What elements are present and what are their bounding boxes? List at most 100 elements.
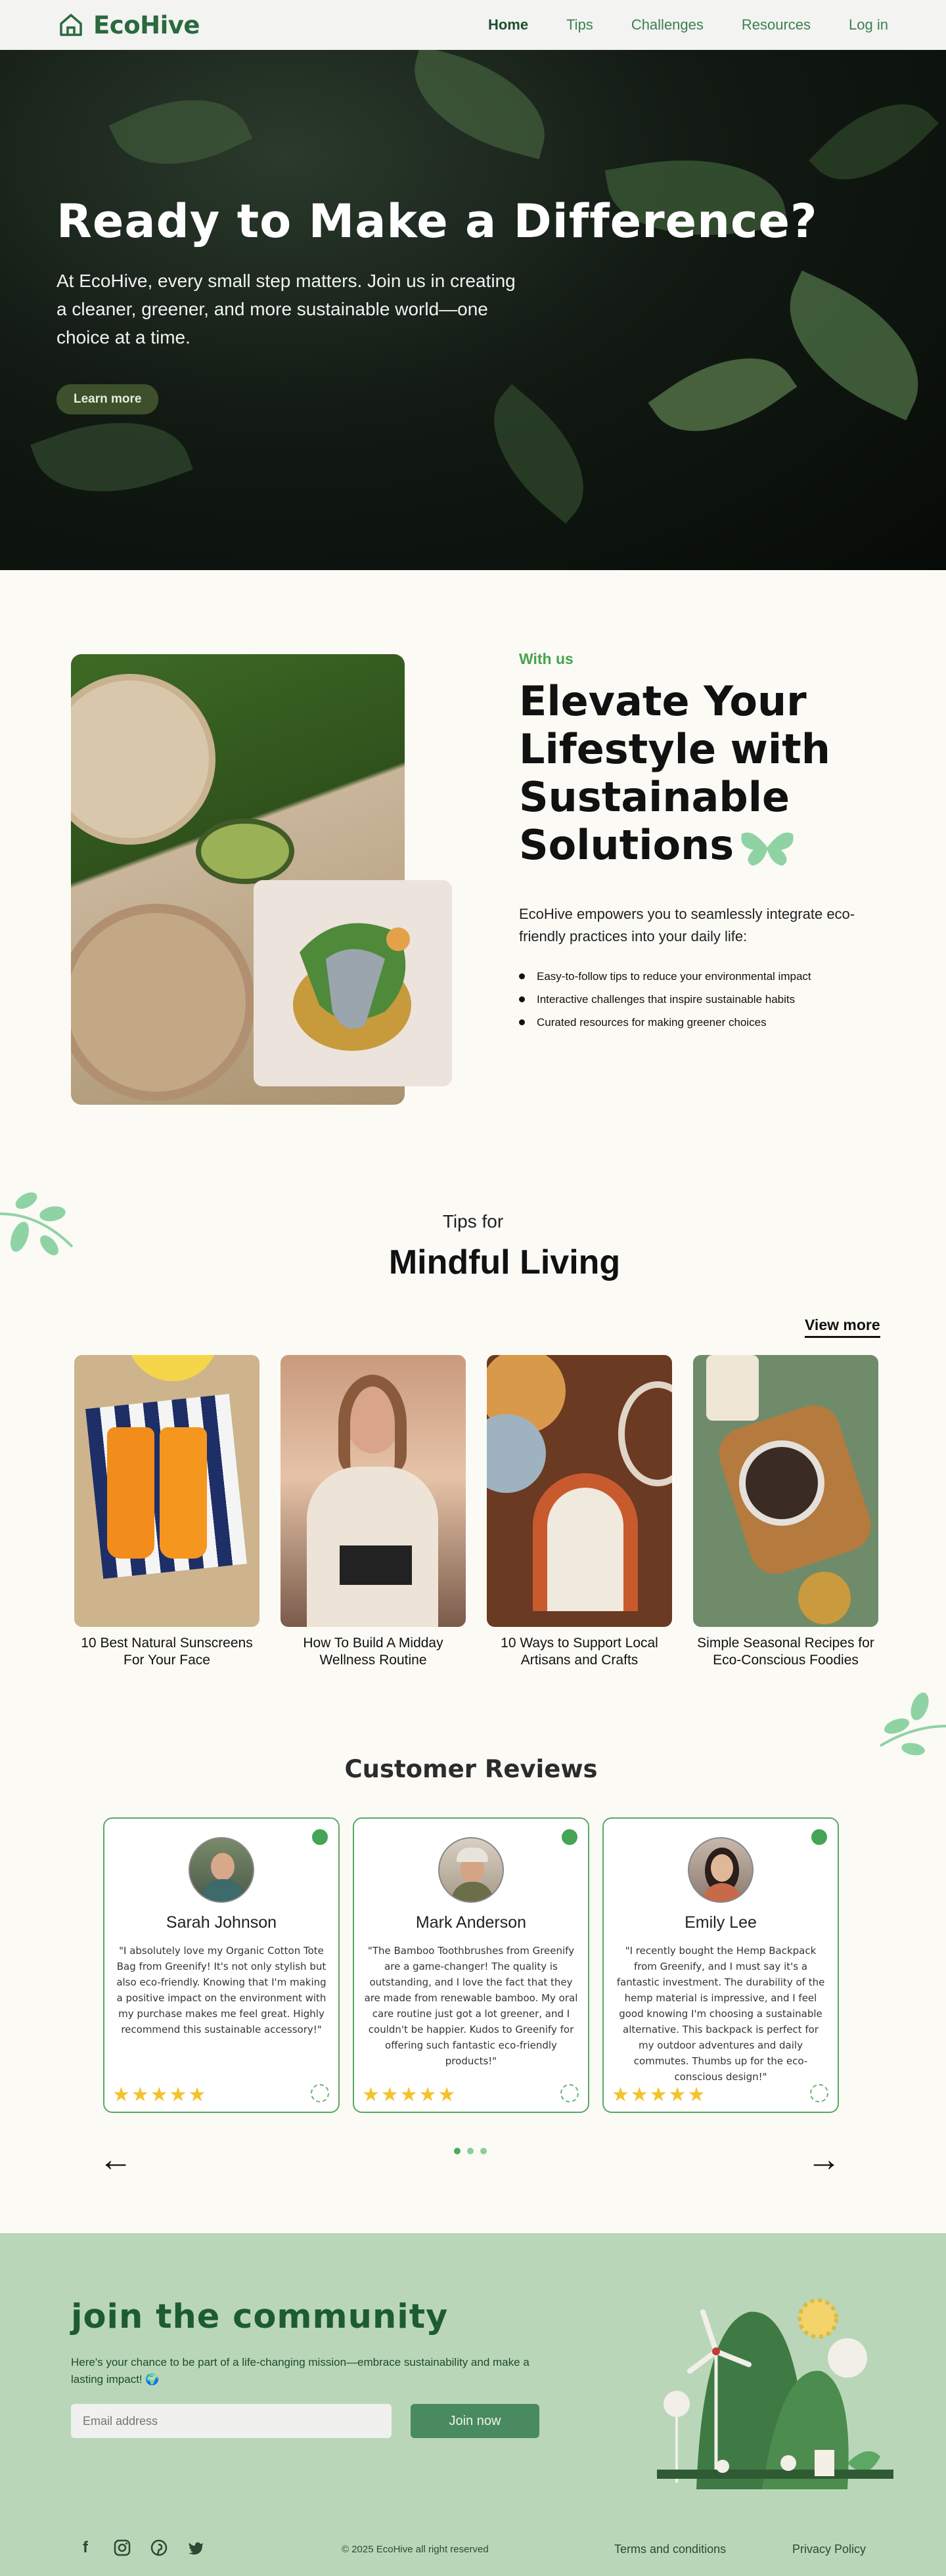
elevate-title: Elevate Your Lifestyle with Sustainable … — [519, 677, 893, 869]
hero-section: Ready to Make a Difference? At EcoHive, … — [0, 50, 946, 570]
join-now-button[interactable]: Join now — [411, 2404, 539, 2438]
top-shape — [340, 1545, 412, 1585]
nav-challenges[interactable]: Challenges — [631, 16, 704, 33]
instagram-icon[interactable] — [113, 2539, 131, 2557]
quote-icon — [560, 2084, 579, 2102]
community-description: Here's your chance to be part of a life-… — [71, 2356, 529, 2386]
nav-home[interactable]: Home — [488, 16, 528, 33]
avatar — [438, 1837, 504, 1903]
butterfly-icon — [741, 832, 794, 866]
review-card: Sarah Johnson "I absolutely love my Orga… — [103, 1817, 340, 2113]
plate-shape — [71, 674, 215, 845]
elevate-content: With us Elevate Your Lifestyle with Sust… — [519, 650, 893, 1034]
status-dot — [562, 1829, 577, 1845]
leaf-sprig-icon — [879, 1692, 946, 1756]
reviews-title: Customer Reviews — [344, 1755, 598, 1783]
reviewer-name: Sarah Johnson — [166, 1913, 277, 1932]
elevate-bullet-list: Easy-to-follow tips to reduce your envir… — [519, 965, 893, 1034]
eco-city-illustration — [657, 2298, 893, 2489]
crafts-image — [487, 1355, 672, 1627]
nav-tips[interactable]: Tips — [566, 16, 593, 33]
quote-icon — [810, 2084, 828, 2102]
carousel-dot[interactable] — [480, 2148, 487, 2154]
status-dot — [312, 1829, 328, 1845]
star-rating: ★★★★★ — [362, 2084, 457, 2106]
hero-title: Ready to Make a Difference? — [56, 194, 818, 248]
tip-caption: How To Build A Midday Wellness Routine — [303, 1635, 443, 1668]
hero-leaf-decor — [399, 50, 560, 160]
tip-card[interactable]: 10 Best Natural Sunscreens For Your Face — [74, 1355, 259, 1669]
tips-title: Mindful Living — [388, 1243, 621, 1281]
gloves-icon — [293, 923, 411, 1051]
community-section: join the community Here's your chance to… — [0, 2233, 946, 2576]
review-text: "I absolutely love my Organic Cotton Tot… — [116, 1945, 327, 2035]
avatar — [688, 1837, 754, 1903]
star-rating: ★★★★★ — [612, 2084, 707, 2106]
nav-resources[interactable]: Resources — [742, 16, 811, 33]
facebook-icon[interactable]: f — [76, 2539, 95, 2557]
reviewer-name: Emily Lee — [685, 1913, 757, 1932]
pinterest-icon[interactable] — [150, 2539, 168, 2557]
jar-shape — [798, 1572, 851, 1624]
avatar — [189, 1837, 254, 1903]
community-title: join the community — [71, 2298, 449, 2336]
nav-login[interactable]: Log in — [849, 16, 888, 33]
copyright-text: © 2025 EcoHive all right reserved — [342, 2544, 489, 2555]
brand-logo[interactable]: EcoHive — [58, 11, 200, 39]
sun-shape — [127, 1355, 219, 1381]
avocado-shape — [196, 818, 294, 884]
carousel-dot[interactable] — [467, 2148, 474, 2154]
review-card: Emily Lee "I recently bought the Hemp Ba… — [602, 1817, 839, 2113]
status-dot — [811, 1829, 827, 1845]
brand-name: EcoHive — [93, 11, 200, 39]
review-text: "I recently bought the Hemp Backpack fro… — [616, 1945, 825, 2083]
hero-leaf-decor — [763, 270, 945, 421]
hero-subtitle: At EcoHive, every small step matters. Jo… — [56, 271, 516, 347]
sunscreen-bottle-shape — [160, 1427, 207, 1559]
hero-leaf-decor — [809, 77, 939, 207]
privacy-link[interactable]: Privacy Policy — [792, 2543, 866, 2556]
next-arrow-icon[interactable]: → — [807, 2143, 841, 2177]
sunscreen-bottle-shape — [107, 1427, 154, 1559]
tip-card[interactable]: How To Build A Midday Wellness Routine — [281, 1355, 466, 1669]
tip-caption: Simple Seasonal Recipes for Eco-Consciou… — [697, 1635, 874, 1668]
nav-links: Home Tips Challenges Resources Log in — [488, 16, 888, 33]
star-rating: ★★★★★ — [112, 2084, 208, 2106]
avatar-body-shape — [702, 1883, 742, 1901]
view-more-link[interactable]: View more — [805, 1316, 880, 1338]
carousel-dots — [454, 2148, 487, 2154]
rope-shape — [618, 1381, 672, 1486]
avatar-cap-shape — [457, 1848, 488, 1862]
tips-pre-title: Tips for — [442, 1211, 504, 1232]
terms-link[interactable]: Terms and conditions — [614, 2543, 726, 2556]
glass-shape — [706, 1355, 759, 1421]
footer: f © 2025 EcoHive all right reserved Term… — [0, 2539, 946, 2565]
recipes-image — [693, 1355, 878, 1627]
carousel-dot[interactable] — [454, 2148, 461, 2154]
avatar-face-shape — [211, 1853, 235, 1880]
avatar-body-shape — [202, 1879, 244, 1901]
hero-leaf-decor — [648, 327, 798, 462]
bowl-shape — [71, 904, 255, 1101]
pinterest-glyph — [150, 2539, 168, 2556]
reviewer-name: Mark Anderson — [415, 1913, 527, 1932]
email-field[interactable] — [71, 2404, 392, 2438]
person-hair-shape — [338, 1375, 407, 1473]
elevate-eyebrow: With us — [519, 650, 574, 667]
tip-card[interactable]: Simple Seasonal Recipes for Eco-Consciou… — [693, 1355, 878, 1669]
tip-card[interactable]: 10 Ways to Support Local Artisans and Cr… — [487, 1355, 672, 1669]
bullet-item: Curated resources for making greener cho… — [519, 1011, 893, 1034]
social-links: f — [76, 2539, 205, 2557]
elevate-description: EcoHive empowers you to seamlessly integ… — [519, 906, 855, 944]
prev-arrow-icon[interactable]: ← — [99, 2143, 133, 2177]
learn-more-button[interactable]: Learn more — [56, 384, 159, 414]
bullet-item: Interactive challenges that inspire sust… — [519, 988, 893, 1011]
twitter-icon[interactable] — [187, 2539, 205, 2557]
top-nav: EcoHive Home Tips Challenges Resources L… — [0, 0, 946, 50]
house-icon — [60, 14, 82, 36]
avatar-face-shape — [711, 1854, 733, 1882]
bullet-item: Easy-to-follow tips to reduce your envir… — [519, 965, 893, 988]
tip-caption: 10 Ways to Support Local Artisans and Cr… — [501, 1635, 658, 1668]
instagram-glyph — [114, 2539, 131, 2556]
wellness-image — [281, 1355, 466, 1627]
